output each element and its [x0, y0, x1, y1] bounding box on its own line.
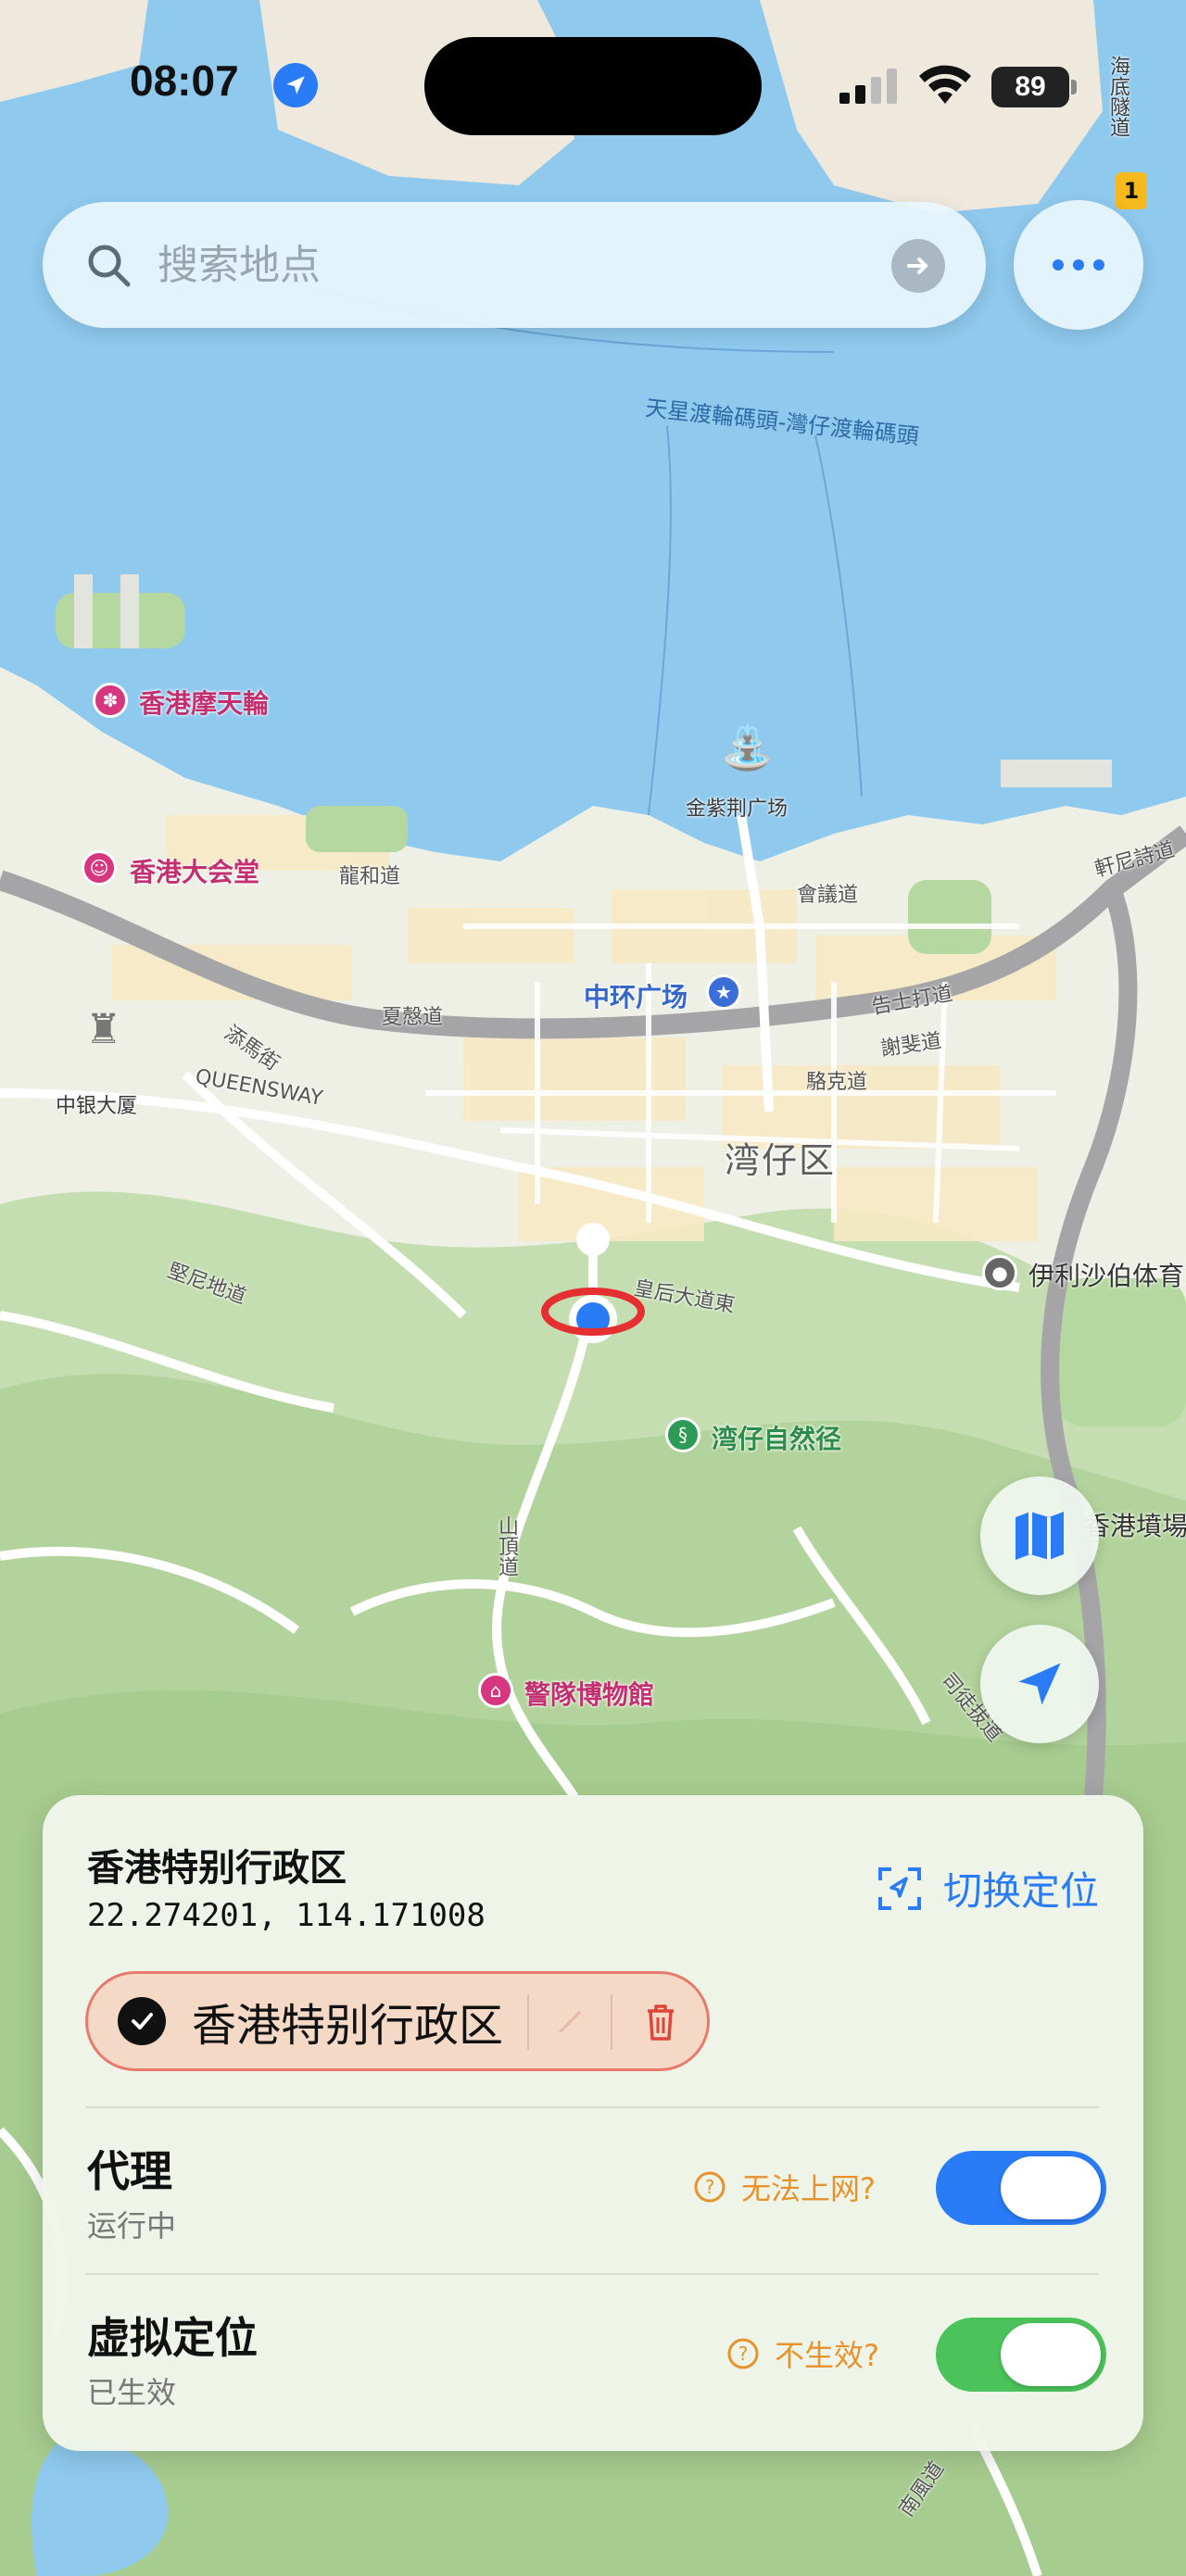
checkmark-icon: [118, 1997, 166, 2045]
map-style-button[interactable]: [980, 1476, 1099, 1595]
current-region-name: 香港特别行政区: [87, 1847, 347, 1890]
saved-location-chip[interactable]: 香港特别行政区: [85, 1971, 710, 2071]
svg-text:?: ?: [738, 2343, 749, 2365]
location-panel: 香港特别行政区 22.274201, 114.171008 切换定位 香港特别行…: [43, 1795, 1143, 2451]
search-icon: [88, 245, 131, 287]
proxy-toggle[interactable]: [936, 2151, 1106, 2225]
poi-elizabeth-stadium[interactable]: 伊利沙伯体育: [1028, 1256, 1184, 1293]
highway-badge: 1: [1116, 172, 1147, 209]
road-lung-wo: 龍和道: [339, 865, 401, 888]
proxy-help-link[interactable]: ? 无法上网?: [693, 2166, 876, 2208]
arrow-right-icon: [907, 258, 927, 274]
museum-icon[interactable]: ⌂: [478, 1673, 513, 1708]
road-lockhart: 駱克道: [806, 1071, 868, 1094]
map-icon: [1016, 1512, 1064, 1560]
road-peak: 山頂道: [495, 1515, 518, 1577]
poi-ferris-wheel[interactable]: 香港摩天輪: [139, 684, 269, 721]
proxy-status: 运行中: [87, 2208, 177, 2243]
virtual-location-status: 已生效: [87, 2375, 177, 2410]
virtual-location-help-link[interactable]: ? 不生效?: [726, 2332, 879, 2375]
virtual-location-toggle[interactable]: [936, 2318, 1106, 2392]
trash-icon[interactable]: [637, 1998, 685, 2046]
elizabeth-stadium-icon[interactable]: ●: [982, 1255, 1017, 1290]
location-pin-icon[interactable]: [537, 1219, 649, 1367]
poi-police-museum[interactable]: 警隊博物館: [524, 1675, 654, 1712]
scan-location-icon: [877, 1866, 921, 1910]
navigation-arrow-icon: [1018, 1663, 1061, 1705]
search-input[interactable]: [158, 241, 843, 289]
road-convention: 會議道: [797, 884, 859, 907]
district-label: 湾仔区: [725, 1140, 837, 1181]
current-coordinates: 22.274201, 114.171008: [87, 1897, 486, 1934]
star-icon[interactable]: ★: [706, 974, 741, 1010]
switch-location-label: 切换定位: [942, 1868, 1099, 1914]
svg-text:?: ?: [705, 2176, 715, 2198]
location-services-icon: [273, 63, 318, 107]
poi-cemetery[interactable]: 香港墳場: [1084, 1506, 1186, 1543]
battery-icon: 89: [991, 67, 1077, 107]
question-circle-icon: ?: [727, 2338, 759, 2369]
monument-icon: ⛲: [721, 723, 775, 773]
ferris-wheel-icon[interactable]: ✽: [93, 683, 128, 718]
saved-location-label: 香港特别行政区: [192, 2000, 504, 2052]
toggle-knob: [1001, 2156, 1101, 2219]
question-circle-icon: ?: [694, 2171, 725, 2203]
map-label-tunnel: 海底隧道: [1106, 56, 1129, 137]
virtual-location-help-label: 不生效?: [775, 2338, 879, 2373]
status-time: 08:07: [130, 57, 239, 105]
virtual-location-title: 虚拟定位: [87, 2313, 258, 2363]
proxy-title: 代理: [87, 2146, 172, 2196]
more-icon: [1053, 259, 1064, 270]
battery-level: 89: [991, 67, 1069, 107]
edit-icon[interactable]: [546, 1998, 594, 2046]
search-bar[interactable]: [43, 202, 986, 328]
switch-location-button[interactable]: 切换定位: [877, 1860, 1099, 1916]
trail-icon[interactable]: §: [665, 1417, 700, 1452]
more-button[interactable]: [1014, 200, 1143, 330]
poi-boc-tower[interactable]: 中银大厦: [56, 1089, 137, 1119]
search-submit-button[interactable]: [891, 239, 945, 293]
poi-city-hall[interactable]: 香港大会堂: [130, 852, 259, 889]
dynamic-island: [424, 37, 762, 135]
road-harcourt: 夏慤道: [382, 1006, 444, 1029]
tower-icon: ♜: [85, 1006, 122, 1053]
poi-nature-trail[interactable]: 湾仔自然径: [712, 1419, 841, 1456]
cellular-signal-icon: [839, 69, 897, 104]
divider: [85, 2273, 1099, 2275]
toggle-knob: [1001, 2323, 1101, 2386]
poi-bauhinia-square[interactable]: 金紫荆广场: [686, 792, 788, 822]
locate-me-button[interactable]: [980, 1625, 1099, 1743]
divider: [85, 2106, 1099, 2108]
poi-central-plaza[interactable]: 中环广场: [584, 977, 688, 1014]
wifi-icon: [919, 65, 971, 104]
proxy-help-label: 无法上网?: [741, 2171, 876, 2206]
theater-icon[interactable]: ☺: [82, 850, 117, 886]
